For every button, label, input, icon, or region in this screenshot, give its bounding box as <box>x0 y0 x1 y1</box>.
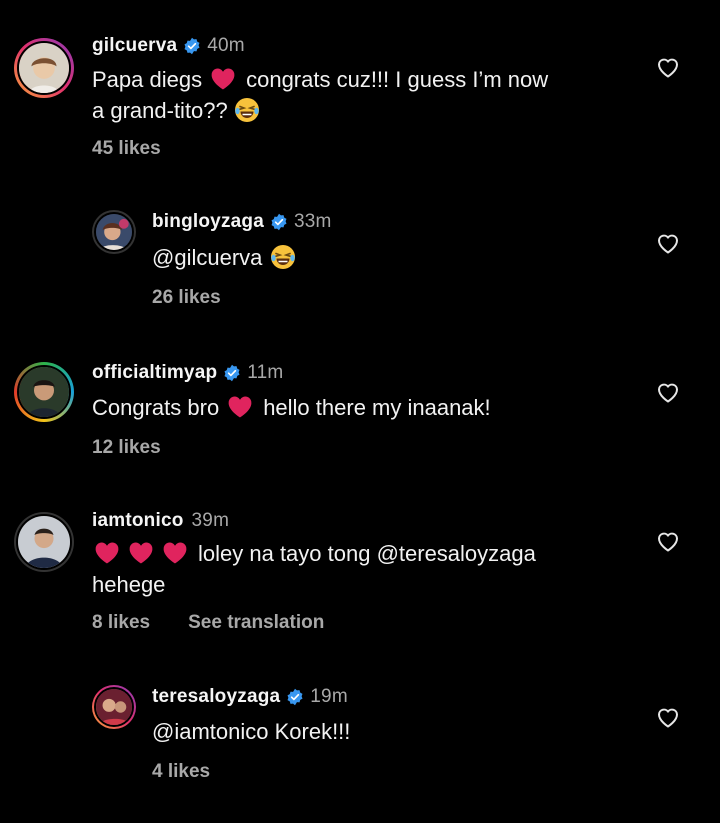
timestamp: 11m <box>247 362 284 383</box>
profile-photo-icon <box>96 689 132 725</box>
comment-text-part: hehege <box>92 572 166 597</box>
tears-of-joy-emoji-icon <box>234 97 260 123</box>
comment-text: Papa diegs congrats cuz!!! I guess I’m no… <box>92 64 632 126</box>
verified-badge-icon <box>183 37 201 55</box>
avatar[interactable] <box>14 512 74 572</box>
heart-outline-icon[interactable] <box>656 381 680 403</box>
heart-outline-icon[interactable] <box>656 530 680 552</box>
profile-photo-icon <box>19 43 69 93</box>
profile-photo-icon <box>19 367 69 417</box>
comment-text-part: congrats cuz!!! I guess I’m now <box>246 67 549 92</box>
username[interactable]: bingloyzaga <box>152 211 264 233</box>
red-heart-emoji-icon <box>162 540 188 564</box>
likes-count[interactable]: 26 likes <box>152 287 221 309</box>
comment-text-part: Congrats bro <box>92 395 220 420</box>
avatar[interactable] <box>92 210 136 254</box>
verified-badge-icon <box>223 364 241 382</box>
verified-badge-icon <box>286 688 304 706</box>
timestamp: 19m <box>310 686 348 707</box>
heart-outline-icon[interactable] <box>656 706 680 728</box>
comment-text: @gilcuerva <box>152 242 632 273</box>
profile-photo-icon <box>18 516 70 568</box>
profile-photo-icon <box>96 214 132 250</box>
tears-of-joy-emoji-icon <box>270 244 296 270</box>
red-heart-emoji-icon <box>210 66 236 90</box>
comment-text-part: loley na tayo tong @teresaloyzaga <box>198 541 536 566</box>
timestamp: 33m <box>294 211 332 232</box>
comment-text-part: hello there my inaanak! <box>263 395 491 420</box>
heart-outline-icon[interactable] <box>656 232 680 254</box>
mention-link[interactable]: @gilcuerva <box>152 245 262 270</box>
timestamp: 39m <box>191 510 230 531</box>
heart-outline-icon[interactable] <box>656 56 680 78</box>
avatar[interactable] <box>14 38 74 98</box>
red-heart-emoji-icon <box>227 394 253 418</box>
likes-count[interactable]: 8 likes <box>92 612 150 634</box>
verified-badge-icon <box>270 213 288 231</box>
see-translation-button[interactable]: See translation <box>188 612 324 634</box>
comment-text-part: a grand-tito?? <box>92 98 228 123</box>
red-heart-emoji-icon <box>94 540 120 564</box>
username[interactable]: teresaloyzaga <box>152 686 280 708</box>
username[interactable]: gilcuerva <box>92 35 177 57</box>
likes-count[interactable]: 12 likes <box>92 437 161 459</box>
avatar[interactable] <box>92 685 136 729</box>
username[interactable]: iamtonico <box>92 510 184 532</box>
likes-count[interactable]: 45 likes <box>92 138 161 160</box>
timestamp: 40m <box>207 35 245 56</box>
comment-text: @iamtonico Korek!!! <box>152 716 632 747</box>
red-heart-emoji-icon <box>128 540 154 564</box>
username[interactable]: officialtimyap <box>92 362 217 384</box>
comment-text-part: Papa diegs <box>92 67 203 92</box>
avatar[interactable] <box>14 362 74 422</box>
likes-count[interactable]: 4 likes <box>152 761 210 783</box>
comment-text: loley na tayo tong @teresaloyzaga hehege <box>92 538 632 600</box>
comment-text-part: @iamtonico Korek!!! <box>152 719 351 744</box>
comment-text: Congrats bro hello there my inaanak! <box>92 392 632 423</box>
